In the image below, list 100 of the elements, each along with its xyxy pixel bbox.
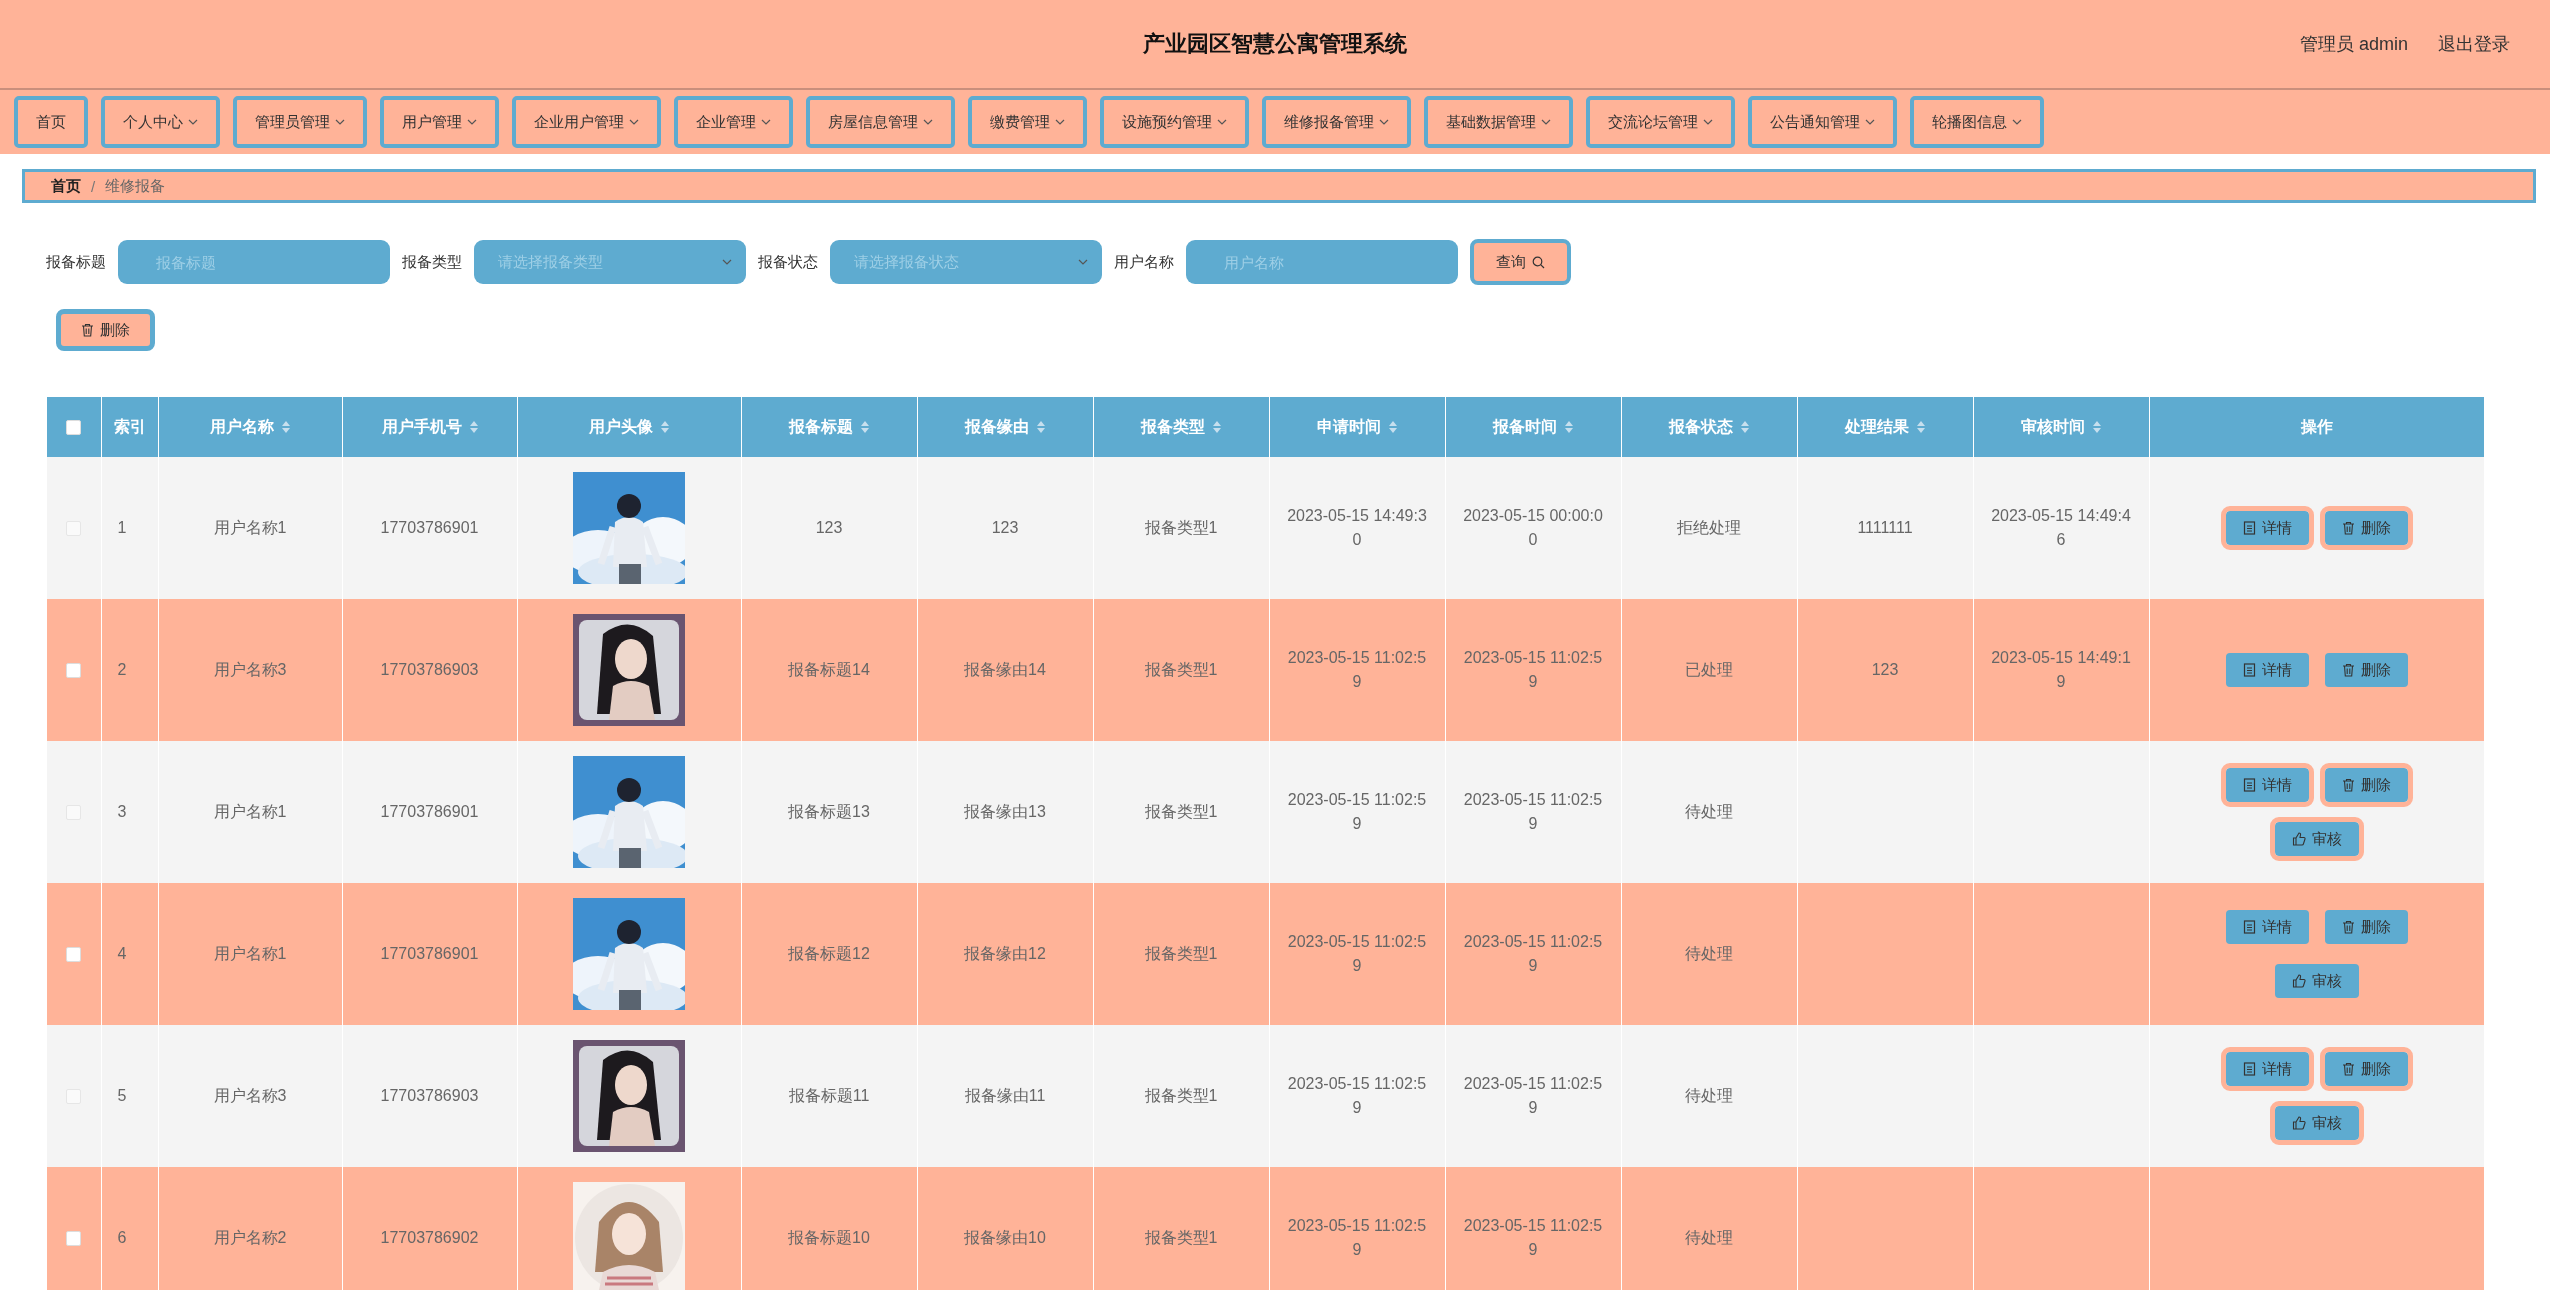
apply-time-cell: 2023-05-15 14:49:30 [1269, 457, 1445, 599]
chevron-icon [1379, 118, 1389, 126]
chevron-icon [188, 118, 198, 126]
user-name-cell: 用户名称1 [158, 457, 342, 599]
status-cell: 已处理 [1621, 599, 1797, 741]
user-label: 管理员 admin [2299, 33, 2408, 56]
report-time-cell: 2023-05-15 11:02:59 [1445, 1025, 1621, 1167]
sort-icon [1565, 421, 1573, 433]
nav-menu-item[interactable]: 基础数据管理 [1424, 96, 1573, 148]
delete-button[interactable]: 删除 [56, 309, 155, 351]
report-time-cell: 2023-05-15 11:02:59 [1445, 741, 1621, 883]
chevron-icon [1703, 118, 1713, 126]
chevron-icon [1541, 118, 1551, 126]
app-title: 产业园区智慧公寓管理系统 [1143, 30, 1407, 58]
user-name-cell: 用户名称1 [158, 883, 342, 1025]
document-icon [2242, 1062, 2256, 1076]
report-title-cell: 报备标题14 [741, 599, 917, 741]
phone-cell: 17703786901 [342, 457, 517, 599]
chevron-icon [335, 118, 345, 126]
document-icon [2242, 521, 2256, 535]
delete-button[interactable]: 删除 [2324, 653, 2408, 687]
nav-menu-item[interactable]: 公告通知管理 [1748, 96, 1897, 148]
column-header: 索引 [101, 397, 158, 457]
nav-menu-item[interactable]: 企业管理 [674, 96, 793, 148]
nav-menu-item[interactable]: 设施预约管理 [1100, 96, 1249, 148]
report-type-cell: 报备类型1 [1093, 741, 1269, 883]
report-type-cell: 报备类型1 [1093, 1025, 1269, 1167]
report-type-cell: 报备类型1 [1093, 457, 1269, 599]
sort-icon [469, 421, 478, 433]
report-title-cell: 报备标题12 [741, 883, 917, 1025]
audit-button[interactable]: 审核 [2274, 964, 2359, 998]
report-type-cell: 报备类型1 [1093, 599, 1269, 741]
phone-cell: 17703786903 [342, 599, 517, 741]
nav-menu-item[interactable]: 首页 [14, 96, 88, 148]
nav-menu-item[interactable]: 用户管理 [380, 96, 499, 148]
chevron-icon [629, 118, 639, 126]
report-time-cell: 2023-05-15 11:02:59 [1445, 1167, 1621, 1290]
report-title-cell: 报备标题11 [741, 1025, 917, 1167]
index-cell: 4 [101, 883, 158, 1025]
chevron-icon [467, 118, 477, 126]
nav-menu-item[interactable]: 个人中心 [101, 96, 220, 148]
sort-icon [1213, 421, 1221, 433]
report-type-cell: 报备类型1 [1093, 1167, 1269, 1290]
chevron-icon [1078, 258, 1088, 266]
nav-menu-item[interactable]: 轮播图信息 [1910, 96, 2044, 148]
index-cell: 6 [101, 1167, 158, 1290]
sort-icon [861, 421, 869, 433]
row-checkbox[interactable] [66, 663, 82, 679]
phone-cell: 17703786901 [342, 883, 517, 1025]
document-icon [2242, 778, 2256, 792]
index-cell: 5 [101, 1025, 158, 1167]
filter-label: 报备标题 [46, 252, 106, 272]
logout-link[interactable]: 退出登录 [2438, 32, 2510, 56]
report-reason-cell: 报备缘由11 [917, 1025, 1093, 1167]
sort-icon [661, 421, 669, 433]
nav-menu-item[interactable]: 企业用户管理 [512, 96, 661, 148]
breadcrumb-home[interactable]: 首页 [51, 176, 81, 196]
apply-time-cell: 2023-05-15 11:02:59 [1269, 599, 1445, 741]
status-cell: 待处理 [1621, 1167, 1797, 1290]
nav-menu-item[interactable]: 缴费管理 [968, 96, 1087, 148]
report-time-cell: 2023-05-15 00:00:00 [1445, 457, 1621, 599]
report-reason-cell: 报备缘由12 [917, 883, 1093, 1025]
trash-icon [2341, 920, 2355, 934]
trash-icon [2341, 1062, 2355, 1076]
sort-icon [1037, 421, 1045, 433]
apply-time-cell: 2023-05-15 11:02:59 [1269, 1167, 1445, 1290]
apply-time-cell: 2023-05-15 11:02:59 [1269, 741, 1445, 883]
apply-time-cell: 2023-05-15 11:02:59 [1269, 1025, 1445, 1167]
trash-icon [2341, 521, 2355, 535]
report-title-cell: 123 [741, 457, 917, 599]
audit-time-cell: 2023-05-15 14:49:19 [1973, 599, 2149, 741]
breadcrumb-current: 维修报备 [105, 176, 166, 196]
status-cell: 待处理 [1621, 741, 1797, 883]
chevron-icon [1055, 118, 1065, 126]
user-name-cell: 用户名称3 [158, 599, 342, 741]
detail-button[interactable]: 详情 [2225, 653, 2309, 687]
row-checkbox[interactable] [66, 1231, 82, 1247]
phone-cell: 17703786901 [342, 741, 517, 883]
row-checkbox[interactable] [66, 947, 82, 963]
select-all-checkbox[interactable] [66, 420, 82, 436]
nav-menu-item[interactable]: 维修报备管理 [1262, 96, 1411, 148]
chevron-icon [1865, 118, 1875, 126]
search-button[interactable]: 查询 [1470, 239, 1571, 285]
chevron-icon [2012, 118, 2022, 126]
thumb-up-icon [2291, 1116, 2306, 1130]
detail-button[interactable]: 详情 [2225, 910, 2309, 944]
filter-label: 报备状态 [758, 252, 818, 272]
input-field[interactable]: 用户名称 [1186, 240, 1458, 284]
nav-menu-item[interactable]: 管理员管理 [233, 96, 367, 148]
input-field[interactable]: 报备标题 [118, 240, 390, 284]
chevron-icon [1217, 118, 1227, 126]
report-reason-cell: 报备缘由10 [917, 1167, 1093, 1290]
report-title-cell: 报备标题13 [741, 741, 917, 883]
nav-menu-item[interactable]: 交流论坛管理 [1586, 96, 1735, 148]
filter-label: 用户名称 [1114, 252, 1174, 272]
sort-icon [282, 421, 290, 433]
nav-menu-item[interactable]: 房屋信息管理 [806, 96, 955, 148]
trash-icon [81, 323, 94, 337]
thumb-up-icon [2291, 974, 2306, 988]
delete-button[interactable]: 删除 [2324, 910, 2408, 944]
